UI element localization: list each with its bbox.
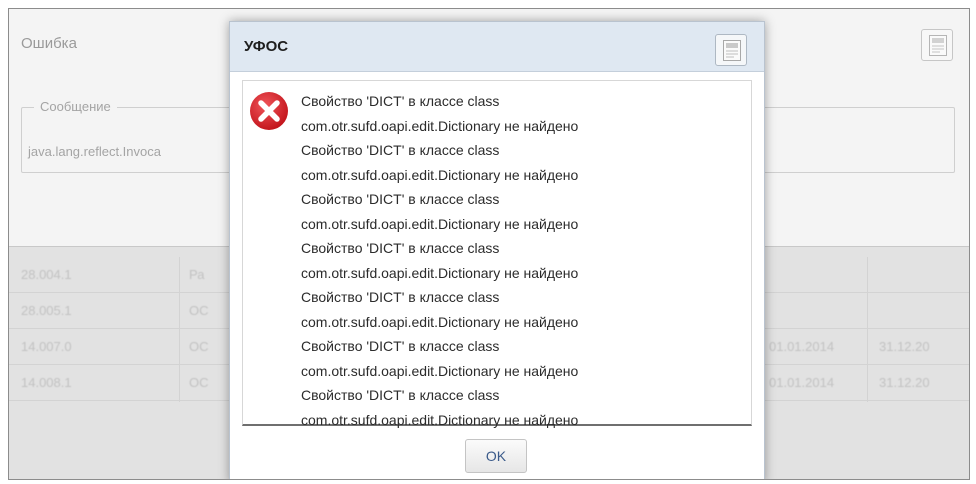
dialog-title: УФОС: [244, 38, 289, 55]
table-cell-name: Ра: [189, 267, 205, 282]
message-line: Свойство 'DICT' в классе class: [301, 240, 500, 256]
table-cell-date-to: 31.12.20: [879, 375, 930, 390]
document-export-icon: [929, 35, 947, 56]
error-panel-export-button[interactable]: [921, 29, 953, 61]
message-line: Свойство 'DICT' в классе class: [301, 289, 500, 305]
ok-button[interactable]: OK: [465, 439, 527, 473]
table-cell-date-from: 01.01.2014: [769, 375, 835, 390]
error-dialog: УФОС Свойство 'DICT' в классе class com.…: [229, 21, 765, 479]
table-cell-code: 14.007.0: [21, 339, 72, 354]
message-line: Свойство 'DICT' в классе class: [301, 338, 500, 354]
message-line: Свойство 'DICT' в классе class: [301, 387, 500, 403]
dialog-footer: OK: [230, 426, 764, 479]
error-icon: [250, 92, 288, 130]
application-frame: 28.004.1 Ра 28.005.1 ОС 14.007.0 ОС 01.0…: [8, 8, 970, 480]
table-cell-code: 14.008.1: [21, 375, 72, 390]
message-line: com.otr.sufd.oapi.edit.Dictionary не най…: [301, 166, 579, 183]
message-line: Свойство 'DICT' в классе class: [301, 191, 500, 207]
message-line: com.otr.sufd.oapi.edit.Dictionary не най…: [301, 362, 579, 379]
table-cell-name: ОС: [189, 339, 209, 354]
error-panel-title: Ошибка: [21, 35, 77, 52]
dialog-message-list: Свойство 'DICT' в классе class com.otr.s…: [301, 89, 741, 432]
document-export-icon: [723, 40, 741, 61]
table-cell-name: ОС: [189, 303, 209, 318]
table-cell-code: 28.005.1: [21, 303, 72, 318]
message-line: Свойство 'DICT' в классе class: [301, 142, 500, 158]
table-cell-date-from: 01.01.2014: [769, 339, 835, 354]
error-message-group-label: Сообщение: [34, 99, 117, 114]
message-line: com.otr.sufd.oapi.edit.Dictionary не най…: [301, 215, 579, 232]
message-line: com.otr.sufd.oapi.edit.Dictionary не най…: [301, 117, 579, 134]
dialog-header: УФОС: [230, 22, 764, 72]
error-message-text: java.lang.reflect.Invoca: [28, 144, 161, 159]
message-line: com.otr.sufd.oapi.edit.Dictionary не най…: [301, 264, 579, 281]
message-line: Свойство 'DICT' в классе class: [301, 93, 500, 109]
message-line: com.otr.sufd.oapi.edit.Dictionary не най…: [301, 313, 579, 330]
dialog-message-area: Свойство 'DICT' в классе class com.otr.s…: [242, 80, 752, 428]
table-cell-code: 28.004.1: [21, 267, 72, 282]
dialog-export-button[interactable]: [715, 34, 747, 66]
table-cell-name: ОС: [189, 375, 209, 390]
table-cell-date-to: 31.12.20: [879, 339, 930, 354]
